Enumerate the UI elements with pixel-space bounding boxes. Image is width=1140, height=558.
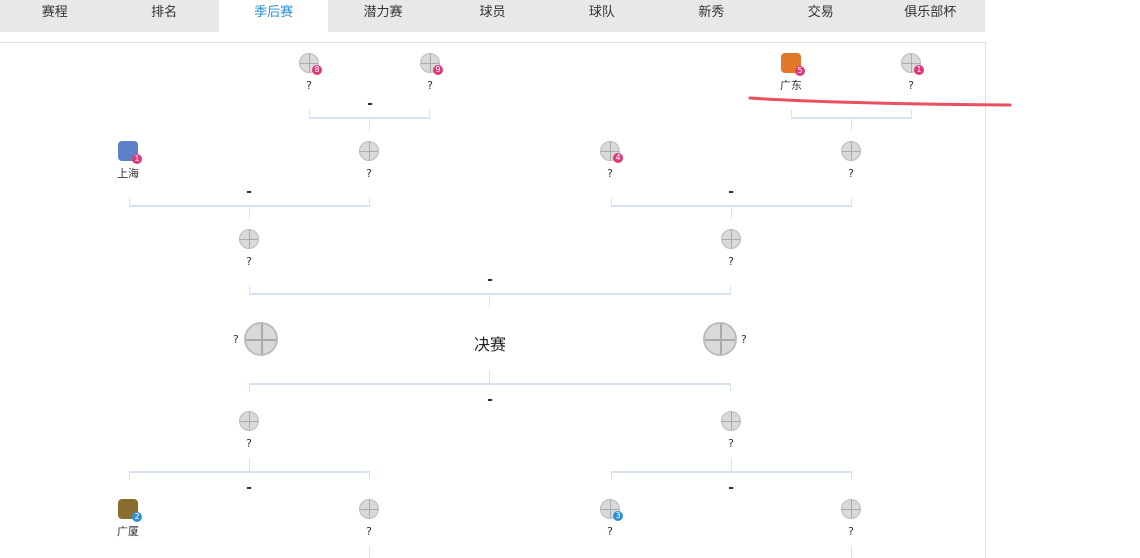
team-name: ? — [427, 79, 433, 92]
team-name: ? — [366, 167, 372, 180]
basketball-icon — [721, 229, 741, 249]
basketball-icon: 8 — [299, 53, 322, 75]
series-score: - — [728, 184, 734, 200]
final-right-name: ? — [741, 333, 747, 346]
team-name: ? — [848, 167, 854, 180]
bracket-line — [731, 205, 732, 219]
team-slot-low-semi-left[interactable]: ? — [219, 411, 279, 451]
basketball-icon: 3 — [600, 499, 623, 521]
series-score: - — [487, 392, 493, 408]
team-name: ? — [366, 525, 372, 538]
bracket-line — [851, 546, 852, 558]
bracket-line — [249, 383, 731, 385]
tab-teams[interactable]: 球队 — [547, 0, 656, 32]
team-slot-shanghai[interactable]: 1 上海 — [98, 141, 158, 181]
bracket-line — [489, 293, 490, 307]
bracket-line — [369, 117, 370, 131]
bracket-line — [851, 117, 852, 131]
seed-badge: 8 — [312, 65, 322, 75]
team-slot-low-q1[interactable]: ? — [339, 499, 399, 539]
team-slot-top-right-b[interactable]: 1 ? — [881, 53, 941, 93]
seed-badge: 3 — [613, 511, 623, 521]
tab-schedule[interactable]: 赛程 — [0, 0, 109, 32]
team-slot-top-left-a[interactable]: 8 ? — [279, 53, 339, 93]
seed-badge: 2 — [132, 512, 142, 522]
team-name: 广厦 — [117, 525, 139, 538]
bracket-line — [730, 384, 731, 392]
team-name: ? — [246, 255, 252, 268]
team-slot-r2-q2[interactable]: ? — [821, 141, 881, 181]
bracket-line — [611, 472, 612, 480]
series-score: - — [728, 480, 734, 496]
bracket-line — [611, 471, 852, 473]
basketball-icon — [841, 499, 861, 519]
final-left-basketball-icon[interactable] — [244, 322, 278, 356]
guangdong-logo-icon: 5 — [781, 53, 805, 76]
tab-rookies[interactable]: 新秀 — [657, 0, 766, 32]
bracket-line — [129, 471, 370, 473]
team-name: 上海 — [117, 167, 139, 180]
nav-tabs: 赛程 排名 季后赛 潜力赛 球员 球队 新秀 交易 俱乐部杯 — [0, 0, 985, 32]
final-left-name: ? — [233, 333, 239, 346]
bracket-panel — [0, 42, 986, 558]
tab-club-cup[interactable]: 俱乐部杯 — [876, 0, 985, 32]
final-label: 决赛 — [473, 335, 506, 354]
basketball-icon — [359, 499, 379, 519]
team-slot-top-left-b[interactable]: 9 ? — [400, 53, 460, 93]
basketball-icon — [721, 411, 741, 431]
bracket-line — [369, 472, 370, 480]
team-slot-seed-4[interactable]: 4 ? — [580, 141, 640, 181]
bracket-line — [489, 370, 490, 384]
basketball-icon — [239, 411, 259, 431]
seed-badge: 5 — [795, 66, 805, 76]
bracket-line — [369, 546, 370, 558]
seed-badge: 1 — [914, 65, 924, 75]
team-name: ? — [607, 167, 613, 180]
guangsha-logo-icon: 2 — [118, 499, 142, 522]
team-slot-semi-right[interactable]: ? — [701, 229, 761, 269]
shanghai-logo-icon: 1 — [118, 141, 142, 164]
tab-potential[interactable]: 潜力赛 — [328, 0, 437, 32]
team-name: ? — [728, 437, 734, 450]
seed-badge: 1 — [132, 154, 142, 164]
basketball-icon: 9 — [420, 53, 443, 75]
seed-badge: 9 — [433, 65, 443, 75]
tab-players[interactable]: 球员 — [438, 0, 547, 32]
basketball-icon: 1 — [901, 53, 924, 75]
team-slot-r2-q1[interactable]: ? — [339, 141, 399, 181]
team-name: ? — [306, 79, 312, 92]
basketball-icon — [359, 141, 379, 161]
annotation-underline — [748, 96, 1012, 107]
team-name: ? — [246, 437, 252, 450]
series-score: - — [487, 272, 493, 288]
bracket-line — [731, 458, 732, 472]
seed-badge: 4 — [613, 153, 623, 163]
series-score: - — [367, 96, 373, 112]
bracket-line — [249, 293, 731, 295]
series-score: - — [246, 184, 252, 200]
final-right-basketball-icon[interactable] — [703, 322, 737, 356]
bracket-line — [851, 472, 852, 480]
bracket-line — [249, 458, 250, 472]
bracket-line — [249, 205, 250, 219]
basketball-icon — [239, 229, 259, 249]
basketball-icon: 4 — [600, 141, 623, 163]
tab-standings[interactable]: 排名 — [109, 0, 218, 32]
tab-trades[interactable]: 交易 — [766, 0, 875, 32]
team-slot-low-q2[interactable]: ? — [821, 499, 881, 539]
bracket-line — [249, 384, 250, 392]
team-slot-guangsha[interactable]: 2 广厦 — [98, 499, 158, 539]
team-slot-semi-left[interactable]: ? — [219, 229, 279, 269]
team-slot-guangdong[interactable]: 5 广东 — [761, 53, 821, 93]
series-score: - — [246, 480, 252, 496]
basketball-icon — [841, 141, 861, 161]
tab-playoffs[interactable]: 季后赛 — [218, 0, 329, 32]
team-slot-seed-3[interactable]: 3 ? — [580, 499, 640, 539]
team-name: ? — [728, 255, 734, 268]
team-name: ? — [848, 525, 854, 538]
bracket-line — [129, 472, 130, 480]
team-name: ? — [607, 525, 613, 538]
team-slot-low-semi-right[interactable]: ? — [701, 411, 761, 451]
